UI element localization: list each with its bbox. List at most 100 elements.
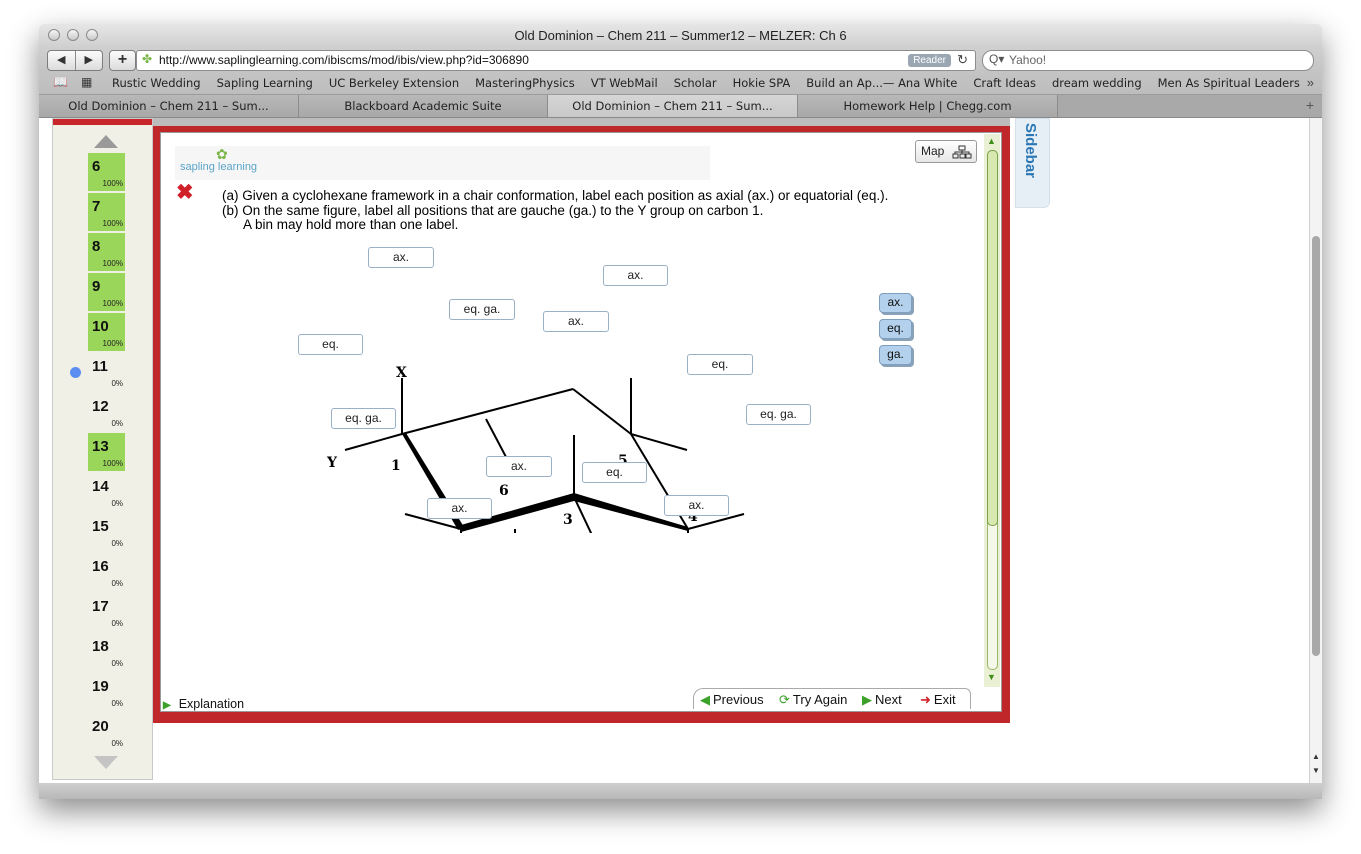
browser-window: Old Dominion – Chem 211 – Summer12 – MEL… bbox=[39, 24, 1322, 799]
question-footer: ▶ Explanation ◀ Previous ⟳ Try Again ▶ Next … bbox=[161, 688, 984, 711]
question-nav-item[interactable]: 10 100% bbox=[88, 313, 125, 351]
back-button[interactable]: ◀ bbox=[48, 51, 76, 70]
toolbar: ◀ ▶ + ✤ http://www.saplinglearning.com/i… bbox=[39, 48, 1322, 72]
title-bar: Old Dominion – Chem 211 – Summer12 – MEL… bbox=[39, 24, 1322, 48]
explanation-toggle[interactable]: ▶ Explanation bbox=[163, 697, 244, 711]
drop-bin-9[interactable]: eq. bbox=[582, 462, 647, 483]
page-scroll-down-icon[interactable]: ▼ bbox=[1312, 766, 1320, 775]
try-again-button[interactable]: ⟳ Try Again bbox=[779, 692, 847, 708]
question-nav-item[interactable]: 15 0% bbox=[88, 513, 125, 551]
drop-bin-10[interactable]: eq. ga. bbox=[746, 404, 811, 425]
new-tab-icon[interactable]: + bbox=[1306, 97, 1314, 113]
question-scrollbar[interactable]: ▲ ▼ bbox=[984, 134, 1000, 687]
question-number: 18 bbox=[92, 638, 109, 655]
question-nav-item[interactable]: 7 100% bbox=[88, 193, 125, 231]
bookmark-list: Rustic Wedding Sapling Learning UC Berkele… bbox=[112, 76, 1316, 90]
bookmark-item[interactable]: Rustic Wedding bbox=[112, 76, 201, 90]
question-frame: ✿ sapling learning Map ✖ (a) Given a cyc… bbox=[153, 118, 1010, 723]
scroll-up-icon[interactable]: ▲ bbox=[987, 136, 996, 146]
question-number: 10 bbox=[92, 318, 109, 335]
question-score: 0% bbox=[111, 659, 123, 668]
question-nav-item[interactable]: 20 0% bbox=[88, 713, 125, 751]
question-nav-item[interactable]: 11 0% bbox=[88, 353, 125, 391]
next-button[interactable]: ▶ Next bbox=[862, 692, 902, 708]
question-score: 0% bbox=[111, 379, 123, 388]
bookmark-item[interactable]: Men As Spiritual Leaders bbox=[1158, 76, 1300, 90]
bookmark-item[interactable]: Sapling Learning bbox=[217, 76, 313, 90]
bookmark-item[interactable]: Hokie SPA bbox=[733, 76, 791, 90]
question-score: 100% bbox=[102, 219, 123, 228]
reload-icon[interactable]: ↻ bbox=[957, 52, 968, 68]
top-sites-grid-icon[interactable]: ▦ bbox=[81, 75, 92, 89]
question-nav-item[interactable]: 14 0% bbox=[88, 473, 125, 511]
forward-button[interactable]: ▶ bbox=[76, 51, 103, 70]
question-nav-item[interactable]: 18 0% bbox=[88, 633, 125, 671]
question-number: 15 bbox=[92, 518, 109, 535]
bookmark-item[interactable]: UC Berkeley Extension bbox=[329, 76, 459, 90]
previous-button[interactable]: ◀ Previous bbox=[700, 692, 764, 708]
tab-blackboard[interactable]: Blackboard Academic Suite bbox=[299, 95, 548, 117]
question-nav-item[interactable]: 16 0% bbox=[88, 553, 125, 591]
question-nav-item[interactable]: 6 100% bbox=[88, 153, 125, 191]
question-score: 100% bbox=[102, 299, 123, 308]
add-bookmark-button[interactable]: + bbox=[109, 50, 136, 71]
drop-bin-7[interactable]: eq. ga. bbox=[331, 408, 396, 429]
reading-list-icon[interactable]: 📖 bbox=[53, 75, 68, 89]
scroll-down-arrow-icon[interactable] bbox=[94, 756, 118, 769]
drop-bin-11[interactable]: ax. bbox=[427, 498, 492, 519]
scroll-down-icon[interactable]: ▼ bbox=[987, 672, 996, 682]
next-icon: ▶ bbox=[862, 692, 872, 707]
question-score: 0% bbox=[111, 699, 123, 708]
bookmark-item[interactable]: Craft Ideas bbox=[973, 76, 1036, 90]
address-bar[interactable]: ✤ http://www.saplinglearning.com/ibiscms… bbox=[136, 50, 976, 71]
bond-1-6 bbox=[401, 388, 574, 435]
question-number: 17 bbox=[92, 598, 109, 615]
search-icon: Q▾ bbox=[989, 52, 1005, 66]
map-tree-icon bbox=[952, 145, 972, 159]
drop-bin-6[interactable]: eq. bbox=[687, 354, 753, 375]
bookmark-item[interactable]: MasteringPhysics bbox=[475, 76, 575, 90]
drop-bin-12[interactable]: ax. bbox=[664, 495, 729, 516]
question-nav-item[interactable]: 19 0% bbox=[88, 673, 125, 711]
label-chip-axial[interactable]: ax. bbox=[879, 293, 912, 313]
question-nav-item[interactable]: 17 0% bbox=[88, 593, 125, 631]
page-scroll-thumb[interactable] bbox=[1312, 236, 1320, 656]
reader-button[interactable]: Reader bbox=[908, 54, 951, 67]
drop-bin-8[interactable]: ax. bbox=[486, 456, 552, 477]
bookmark-item[interactable]: Scholar bbox=[674, 76, 717, 90]
drop-bin-5[interactable]: ax. bbox=[543, 311, 609, 332]
tab-old-dominion-1[interactable]: Old Dominion – Chem 211 – Sum... bbox=[39, 95, 299, 117]
question-number: 11 bbox=[92, 358, 108, 375]
search-input[interactable]: Q▾ Yahoo! bbox=[982, 50, 1314, 71]
label-chip-gauche[interactable]: ga. bbox=[879, 345, 912, 365]
page-scrollbar[interactable]: ▲ ▼ bbox=[1309, 118, 1322, 783]
question-nav-item[interactable]: 12 0% bbox=[88, 393, 125, 431]
sidebar-toggle[interactable]: Sidebar bbox=[1015, 118, 1050, 208]
question-score: 0% bbox=[111, 739, 123, 748]
scroll-thumb[interactable] bbox=[987, 150, 998, 526]
tab-chegg[interactable]: Homework Help | Chegg.com bbox=[798, 95, 1058, 117]
status-bar bbox=[39, 783, 1322, 799]
question-nav-item[interactable]: 8 100% bbox=[88, 233, 125, 271]
page-scroll-up-icon[interactable]: ▲ bbox=[1312, 752, 1320, 761]
question-part-a: (a) Given a cyclohexane framework in a c… bbox=[222, 188, 889, 203]
bookmark-item[interactable]: dream wedding bbox=[1052, 76, 1142, 90]
label-chip-equatorial[interactable]: eq. bbox=[879, 319, 912, 339]
question-note: A bin may hold more than one label. bbox=[243, 217, 459, 232]
page-content: 6 100% 7 100% 8 100% 9 100% 10 100% 11 0% 12 0% 13 100%… bbox=[39, 118, 1309, 783]
drop-bin-1[interactable]: ax. bbox=[368, 247, 434, 268]
map-button[interactable]: Map bbox=[915, 140, 977, 163]
more-bookmarks-icon[interactable]: » bbox=[1307, 75, 1314, 90]
bookmark-item[interactable]: VT WebMail bbox=[591, 76, 658, 90]
question-nav-item[interactable]: 13 100% bbox=[88, 433, 125, 471]
scroll-up-arrow-icon[interactable] bbox=[94, 135, 118, 148]
exit-button[interactable]: ➜ Exit bbox=[920, 692, 956, 708]
drop-bin-4[interactable]: ax. bbox=[603, 265, 668, 286]
tab-old-dominion-2[interactable]: Old Dominion – Chem 211 – Sum... bbox=[548, 95, 798, 117]
bookmark-item[interactable]: Build an Ap...— Ana White bbox=[806, 76, 957, 90]
question-number: 12 bbox=[92, 398, 109, 415]
question-nav-item[interactable]: 9 100% bbox=[88, 273, 125, 311]
url-text: http://www.saplinglearning.com/ibiscms/m… bbox=[159, 53, 529, 67]
drop-bin-3[interactable]: eq. ga. bbox=[449, 299, 515, 320]
drop-bin-2[interactable]: eq. bbox=[298, 334, 363, 355]
